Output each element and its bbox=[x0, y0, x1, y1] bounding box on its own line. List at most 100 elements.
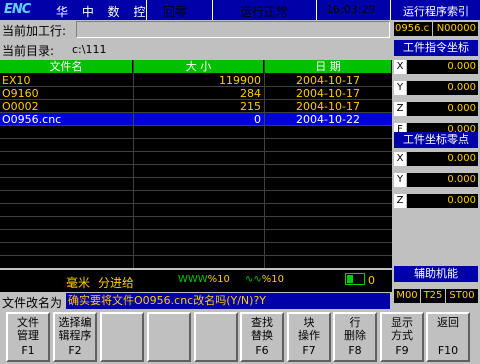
directory-value: c:\111 bbox=[72, 43, 107, 56]
softkey-label bbox=[196, 316, 236, 329]
softkey-label: 方式 bbox=[391, 329, 413, 342]
command-coords-title: 工件指令坐标 bbox=[394, 40, 478, 56]
aux-function-title: 辅助机能 bbox=[394, 266, 478, 282]
file-name-cell: O0956.cnc bbox=[2, 113, 62, 126]
softkey-function-number: F10 bbox=[437, 344, 459, 357]
table-row bbox=[0, 139, 392, 152]
softkey-label: 选择编 bbox=[58, 316, 92, 329]
softkey-label: 替换 bbox=[251, 329, 273, 342]
table-row bbox=[0, 204, 392, 217]
softkey-label: 返回 bbox=[437, 316, 459, 329]
softkey-function-number: F1 bbox=[21, 344, 35, 357]
brand-logo: ENC bbox=[4, 2, 31, 17]
prompt-input[interactable]: 确实要将文件O0956.cnc改名吗(Y/N)?Y bbox=[66, 293, 390, 309]
table-row[interactable]: O0956.cnc 0 2004-10-22 bbox=[0, 113, 392, 126]
command-axis-value: 0.000 bbox=[407, 102, 478, 116]
softkey-function-number: F2 bbox=[68, 344, 82, 357]
softkey-f1[interactable]: 文件 管理 F1 bbox=[6, 312, 50, 362]
table-row bbox=[0, 243, 392, 256]
table-row bbox=[0, 217, 392, 230]
softkey-blank-5[interactable] bbox=[194, 312, 238, 362]
program-name: 0956.c bbox=[394, 22, 432, 36]
softkey-f9[interactable]: 显示 方式 F9 bbox=[380, 312, 424, 362]
file-name-cell: O0002 bbox=[2, 100, 39, 113]
directory-label: 当前目录: bbox=[2, 44, 55, 58]
softkey-label: 行 bbox=[349, 316, 361, 329]
table-row bbox=[0, 165, 392, 178]
zero-axis-value: 0.000 bbox=[407, 173, 478, 187]
program-index-title: 运行程序索引 bbox=[394, 4, 478, 20]
rapid-override-value: 0 bbox=[368, 274, 375, 287]
softkey-function-number: F8 bbox=[348, 344, 362, 357]
unit-indicator: 毫米 bbox=[66, 276, 91, 290]
current-line-label: 当前加工行: bbox=[2, 24, 67, 38]
softkey-f8[interactable]: 行删除 F8 bbox=[333, 312, 377, 362]
table-row[interactable]: O0002 215 2004-10-17 bbox=[0, 100, 392, 113]
softkey-label: 块 bbox=[303, 316, 315, 329]
softkey-label bbox=[149, 316, 189, 329]
table-row bbox=[0, 152, 392, 165]
table-row[interactable]: EX10 119900 2004-10-17 bbox=[0, 74, 392, 87]
softkey-label: 显示 bbox=[391, 316, 413, 329]
program-line: N00000 bbox=[433, 22, 478, 36]
command-axis-label: Y bbox=[394, 81, 406, 95]
file-date-cell: 2004-10-17 bbox=[296, 87, 360, 100]
softkey-label: 管理 bbox=[17, 329, 39, 342]
softkey-f6[interactable]: 查找 替换 F6 bbox=[240, 312, 284, 362]
feed-override-icon: WWW bbox=[178, 274, 208, 285]
softkey-label: 辑程序 bbox=[58, 329, 92, 342]
aux-m-code: M00 bbox=[394, 289, 420, 303]
clock: 16:03:29 bbox=[326, 3, 376, 16]
file-name-cell: EX10 bbox=[2, 74, 31, 87]
spindle-override: ∿∿%10 bbox=[245, 274, 284, 285]
rapid-override-bar bbox=[345, 273, 365, 285]
command-axis-value: 0.000 bbox=[407, 60, 478, 74]
softkey-label bbox=[428, 329, 468, 342]
prompt-label: 文件改名为 bbox=[2, 296, 63, 310]
table-row bbox=[0, 230, 392, 243]
softkey-blank-3[interactable] bbox=[100, 312, 144, 362]
mode-indicator: 回零 bbox=[163, 5, 188, 19]
zero-axis-label: Y bbox=[394, 173, 406, 187]
softkey-blank-4[interactable] bbox=[147, 312, 191, 362]
file-date-cell: 2004-10-22 bbox=[296, 113, 360, 126]
table-row[interactable]: O9160 284 2004-10-17 bbox=[0, 87, 392, 100]
aux-t-code: T25 bbox=[421, 289, 445, 303]
softkey-label: 删除 bbox=[344, 329, 366, 342]
current-line-field bbox=[76, 21, 390, 38]
feed-override: WWW%10 bbox=[178, 274, 230, 285]
zero-axis-value: 0.000 bbox=[407, 152, 478, 166]
column-header-size: 大 小 bbox=[134, 60, 264, 73]
file-date-cell: 2004-10-17 bbox=[296, 74, 360, 87]
softkey-f2[interactable]: 选择编 辑程序 F2 bbox=[53, 312, 97, 362]
file-size-cell: 215 bbox=[240, 100, 261, 113]
command-axis-value: 0.000 bbox=[407, 81, 478, 95]
softkey-function-number: F9 bbox=[395, 344, 409, 357]
softkey-function-number: F7 bbox=[302, 344, 316, 357]
softkey-label: 文件 bbox=[17, 316, 39, 329]
softkey-label: 操作 bbox=[298, 329, 320, 342]
table-row bbox=[0, 126, 392, 139]
run-status: 运行正常 bbox=[240, 5, 289, 19]
zero-coords-title: 工件坐标零点 bbox=[394, 132, 478, 148]
softkey-f7[interactable]: 块操作 F7 bbox=[287, 312, 331, 362]
file-name-cell: O9160 bbox=[2, 87, 39, 100]
feed-mode-indicator: 分进给 bbox=[98, 276, 135, 290]
softkey-function-number: F6 bbox=[255, 344, 269, 357]
command-axis-label: X bbox=[394, 60, 406, 74]
zero-axis-value: 0.000 bbox=[407, 194, 478, 208]
spindle-override-icon: ∿∿ bbox=[245, 274, 262, 285]
command-axis-label: Z bbox=[394, 102, 406, 116]
softkey-label bbox=[102, 316, 142, 329]
file-size-cell: 119900 bbox=[219, 74, 261, 87]
table-row bbox=[0, 178, 392, 191]
file-size-cell: 0 bbox=[254, 113, 261, 126]
aux-st-code: ST00 bbox=[446, 289, 478, 303]
zero-axis-label: Z bbox=[394, 194, 406, 208]
file-size-cell: 284 bbox=[240, 87, 261, 100]
table-row bbox=[0, 191, 392, 204]
softkey-label: 查找 bbox=[251, 316, 273, 329]
zero-axis-label: X bbox=[394, 152, 406, 166]
softkey-f10[interactable]: 返回 F10 bbox=[426, 312, 470, 362]
column-header-date: 日 期 bbox=[265, 60, 392, 73]
